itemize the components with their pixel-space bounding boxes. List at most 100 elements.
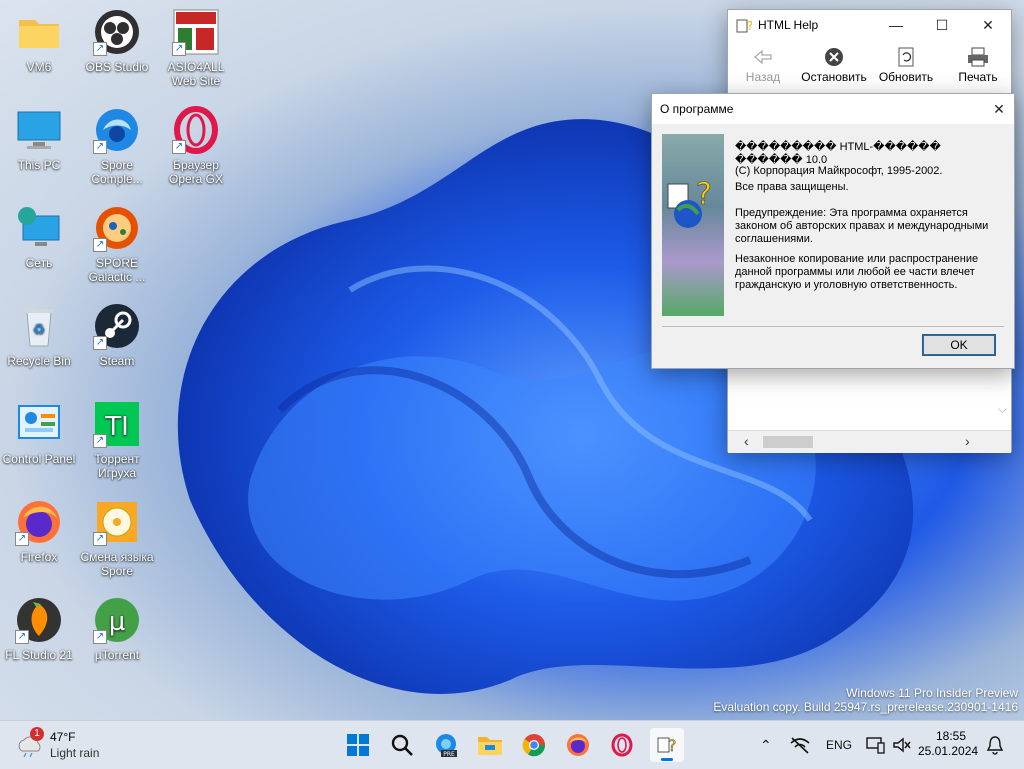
desktop-icon-opera-gx[interactable]: ↗ Браузер Opera GX — [157, 106, 235, 186]
weather-widget[interactable]: 1 47°F Light rain — [16, 727, 126, 763]
desktop-icon-label: Spore Comple... — [91, 158, 143, 186]
desktop-icon-utorrent[interactable]: µ ↗ µTorrent — [78, 596, 156, 662]
volume-button[interactable] — [892, 721, 912, 769]
utorrent-icon: µ ↗ — [93, 596, 141, 644]
desktop-icon-torrent-igruha[interactable]: TI ↗ Торрент Игруха — [78, 400, 156, 480]
speaker-muted-icon — [893, 737, 911, 753]
taskbar: 1 47°F Light rain PRE ? ⌃ ENG 18:55 25.0 — [0, 720, 1024, 769]
illegal-copy-text: Незаконное копирование или распространен… — [735, 253, 979, 291]
desktop-icon-firefox[interactable]: ↗ Firefox — [0, 498, 78, 564]
network-icon — [15, 204, 63, 252]
firefox-icon: ↗ — [15, 498, 63, 546]
desktop-icon-label: Сеть — [25, 256, 53, 270]
scroll-left-arrow[interactable]: ‹ — [744, 433, 749, 449]
desktop-icon-asio[interactable]: ↗ ASIO4ALL Web Site — [157, 8, 235, 88]
print-button[interactable]: Печать — [943, 46, 1013, 84]
desktop-icon-obs[interactable]: ↗ OBS Studio — [78, 8, 156, 74]
obs-icon: ↗ — [93, 8, 141, 56]
opera-icon: ↗ — [172, 106, 220, 154]
desktop-icon-recycle-bin[interactable]: ♻ Recycle Bin — [0, 302, 78, 368]
language-indicator[interactable]: ENG — [826, 721, 852, 769]
product-name-text: ��������� HTML-������ ������ 10.0 — [735, 141, 941, 166]
desktop-icon-label: ASIO4ALL Web Site — [167, 60, 225, 88]
desktop-icon-steam[interactable]: ↗ Steam — [78, 302, 156, 368]
start-button[interactable] — [344, 731, 372, 759]
taskbar-edge-preview[interactable]: PRE — [432, 731, 460, 759]
taskbar-chrome[interactable] — [520, 731, 548, 759]
copyright-text: (C) Корпорация Майкрософт, 1995-2002. — [735, 165, 943, 177]
taskbar-file-explorer[interactable] — [476, 731, 504, 759]
clock-date: 25.01.2024 — [918, 744, 979, 758]
control-panel-icon — [15, 400, 63, 448]
asio-icon: ↗ — [172, 8, 220, 56]
display-settings-button[interactable] — [866, 721, 886, 769]
svg-text:?: ? — [747, 19, 752, 33]
svg-text:♻: ♻ — [33, 322, 46, 338]
show-hidden-icons-button[interactable]: ⌃ — [760, 721, 772, 769]
refresh-icon — [895, 46, 917, 68]
dialog-close-button[interactable]: ✕ — [984, 94, 1014, 124]
clock-time: 18:55 — [935, 729, 966, 743]
ok-button[interactable]: OK — [922, 334, 996, 356]
stop-icon — [823, 46, 845, 68]
minimize-button[interactable]: — — [873, 10, 919, 40]
svg-text:TI: TI — [104, 412, 129, 442]
about-dialog[interactable]: О программе ✕ ? ��������� HTML-������ ��… — [651, 93, 1015, 369]
desktop-icon-label: VM6 — [26, 60, 52, 74]
desktop-icon-spore-complete[interactable]: ↗ Spore Comple... — [78, 106, 156, 186]
monitor-icon — [15, 106, 63, 154]
html-help-icon: ? — [657, 736, 677, 755]
scrollbar-thumb[interactable] — [763, 436, 813, 448]
about-dialog-titlebar[interactable]: О программе ✕ — [652, 94, 1014, 124]
scroll-down-arrow[interactable]: ⌵ — [998, 402, 1007, 417]
shortcut-arrow-icon: ↗ — [15, 532, 29, 546]
rights-text: Все права защищены. — [735, 181, 849, 193]
desktop-icon-spore-language[interactable]: ↗ Смена языка Spore — [78, 498, 156, 578]
taskbar-opera[interactable] — [608, 731, 636, 759]
svg-text:PRE: PRE — [443, 751, 455, 758]
stop-button[interactable]: Остановить — [799, 46, 869, 84]
svg-text:?: ? — [696, 177, 712, 212]
shortcut-arrow-icon: ↗ — [93, 336, 107, 350]
network-status-button[interactable] — [789, 721, 811, 769]
close-button[interactable]: ✕ — [965, 10, 1011, 40]
torrent-igruha-icon: TI ↗ — [93, 400, 141, 448]
clock[interactable]: 18:55 25.01.2024 — [918, 729, 979, 759]
desktop-icon-label: Firefox — [20, 550, 58, 564]
desktop-icon-fl-studio[interactable]: ↗ FL Studio 21 — [0, 596, 78, 662]
scroll-right-arrow[interactable]: › — [965, 433, 970, 449]
desktop-icon-spore-galactic[interactable]: ↗ SPORE Galactic ... — [78, 204, 156, 284]
file-explorer-icon — [478, 737, 502, 755]
spore-icon: ↗ — [93, 106, 141, 154]
notifications-button[interactable] — [986, 721, 1004, 769]
desktop-icon-this-pc[interactable]: This PC — [0, 106, 78, 172]
desktop-icon-label: Steam — [99, 354, 135, 368]
taskbar-firefox[interactable] — [564, 731, 592, 759]
html-help-titlebar[interactable]: ? HTML Help — ☐ ✕ — [728, 10, 1011, 40]
refresh-button[interactable]: Обновить — [871, 46, 941, 84]
chrome-icon — [522, 734, 546, 757]
opera-icon — [611, 733, 633, 757]
weather-temperature: 47°F — [50, 730, 76, 744]
shortcut-arrow-icon: ↗ — [93, 238, 107, 252]
warning-text: Предупреждение: Эта программа охраняется… — [735, 207, 989, 245]
desktop-icon-label: µTorrent — [94, 648, 140, 662]
desktop-icon-network[interactable]: Сеть — [0, 204, 78, 270]
taskbar-html-help[interactable]: ? — [650, 728, 684, 762]
taskbar-search-button[interactable] — [388, 731, 416, 759]
desktop-icon-control-panel[interactable]: Control Panel — [0, 400, 78, 466]
shortcut-arrow-icon: ↗ — [93, 140, 107, 154]
svg-text:?: ? — [668, 736, 677, 755]
maximize-button[interactable]: ☐ — [919, 10, 965, 40]
back-button[interactable]: Назад — [728, 46, 798, 84]
shortcut-arrow-icon: ↗ — [172, 140, 186, 154]
help-logo-image: ? — [662, 134, 724, 316]
folder-icon — [15, 8, 63, 56]
printer-icon — [967, 46, 989, 68]
search-icon — [391, 734, 413, 756]
horizontal-scrollbar[interactable]: ‹ › — [728, 430, 1011, 453]
build-watermark: Windows 11 Pro Insider Preview Evaluatio… — [713, 686, 1018, 714]
desktop-icon-label: Recycle Bin — [7, 354, 71, 368]
desktop-icon-vm6[interactable]: VM6 — [0, 8, 78, 74]
desktop-icon-label: Смена языка Spore — [80, 550, 154, 578]
